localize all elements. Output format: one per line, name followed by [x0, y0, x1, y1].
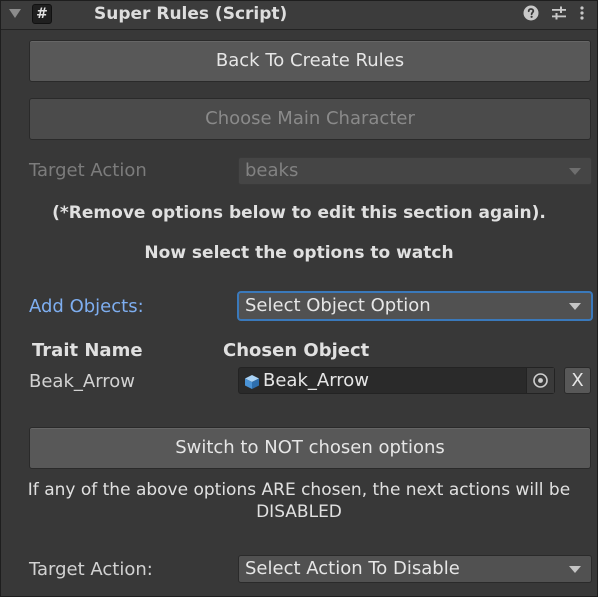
add-objects-label: Add Objects: — [29, 296, 144, 317]
disabled-note-line2: DISABLED — [256, 502, 342, 522]
target-action-dropdown[interactable]: beaks — [238, 157, 592, 185]
target-action-disable-label: Target Action: — [29, 559, 153, 580]
chevron-down-icon — [569, 168, 581, 175]
target-action-disable-value: Select Action To Disable — [245, 558, 460, 579]
trait-name-cell: Beak_Arrow — [29, 371, 136, 392]
script-icon: # — [32, 4, 52, 24]
object-picker-button[interactable] — [526, 368, 554, 393]
add-objects-dropdown[interactable]: Select Object Option — [238, 292, 592, 320]
component-title: Super Rules (Script) — [94, 4, 288, 24]
help-icon[interactable] — [523, 5, 539, 21]
select-options-heading: Now select the options to watch — [144, 243, 454, 263]
preset-sliders-icon[interactable] — [551, 5, 567, 21]
component-header[interactable]: # Super Rules (Script) — [1, 1, 597, 30]
prefab-cube-icon — [245, 375, 259, 389]
switch-to-not-chosen-button[interactable]: Switch to NOT chosen options — [29, 427, 591, 469]
choose-main-character-button[interactable]: Choose Main Character — [29, 98, 591, 140]
foldout-arrow-icon[interactable] — [9, 9, 21, 18]
kebab-menu-icon[interactable] — [579, 5, 585, 21]
remove-object-button[interactable]: X — [564, 367, 591, 394]
trait-name-header: Trait Name — [32, 340, 143, 361]
remove-options-note: (*Remove options below to edit this sect… — [52, 203, 546, 223]
chosen-object-name: Beak_Arrow — [263, 370, 370, 391]
object-picker-icon — [533, 373, 548, 388]
chevron-down-icon — [569, 566, 581, 573]
add-objects-value: Select Object Option — [245, 295, 431, 316]
target-action-label: Target Action — [29, 160, 147, 181]
chosen-object-header: Chosen Object — [223, 340, 370, 361]
target-action-value: beaks — [245, 160, 299, 181]
chevron-down-icon — [569, 303, 581, 310]
disabled-note-line1: If any of the above options ARE chosen, … — [27, 480, 571, 500]
header-icons — [523, 5, 585, 21]
chosen-object-field[interactable]: Beak_Arrow — [238, 367, 555, 394]
back-to-create-rules-button[interactable]: Back To Create Rules — [29, 40, 591, 82]
target-action-disable-dropdown[interactable]: Select Action To Disable — [238, 555, 592, 583]
super-rules-inspector: # Super Rules (Script) Back To Create Ru… — [0, 0, 598, 597]
